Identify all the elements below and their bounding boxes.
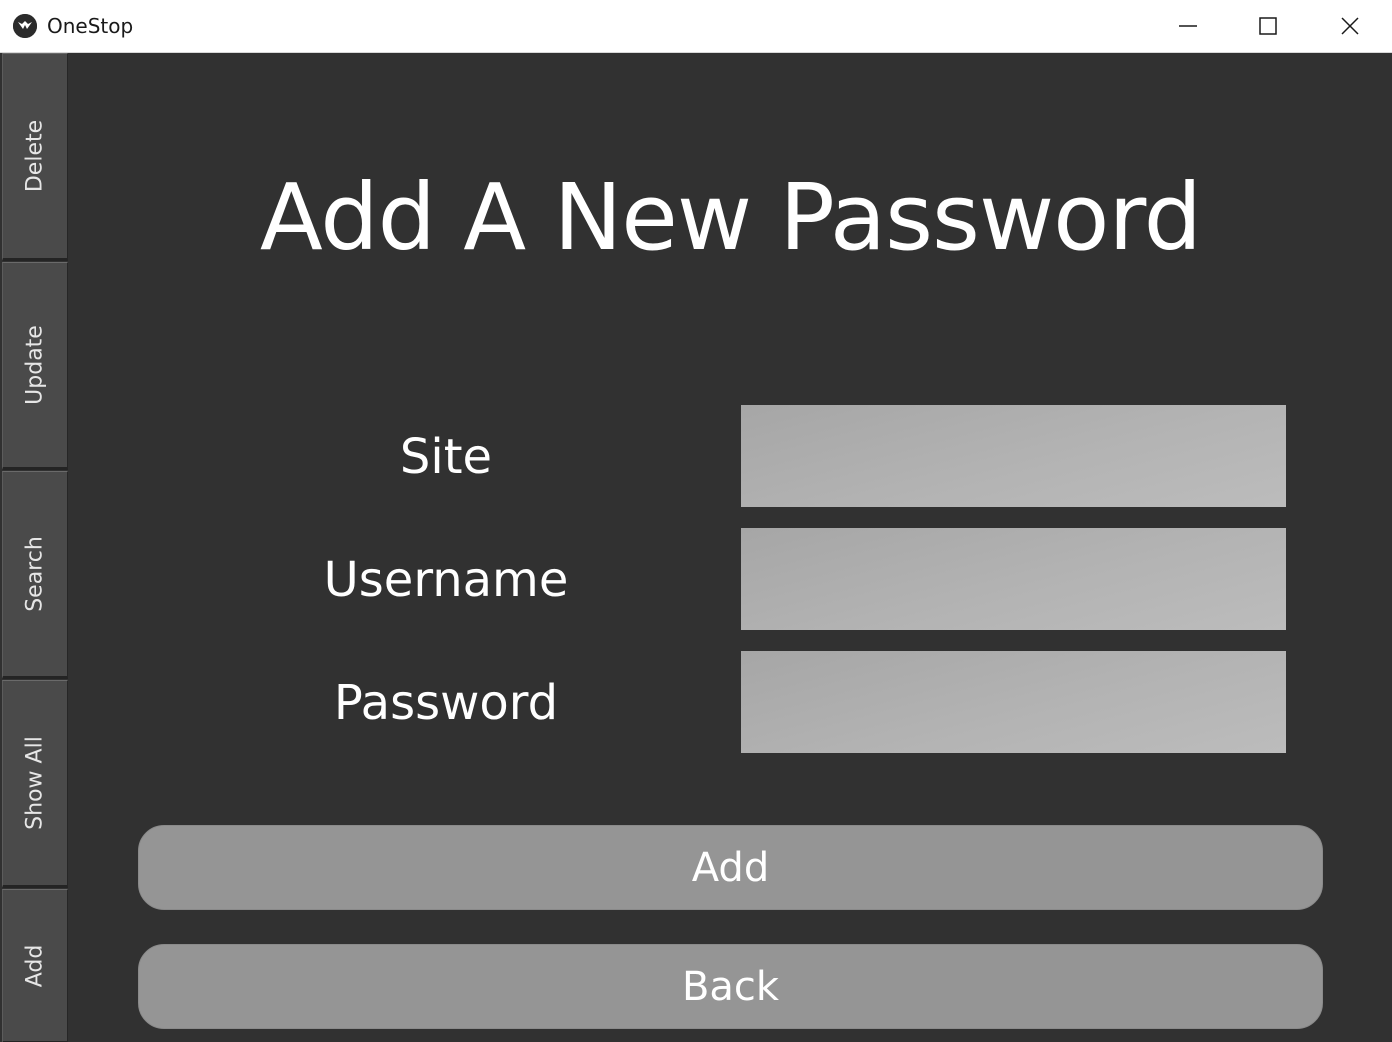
minimize-button[interactable]: [1148, 0, 1228, 52]
title-bar[interactable]: OneStop: [0, 0, 1392, 53]
password-input[interactable]: [741, 651, 1286, 753]
site-label: Site: [399, 429, 493, 485]
close-button[interactable]: [1310, 0, 1390, 52]
tab-add[interactable]: Add: [2, 889, 68, 1042]
window-title: OneStop: [47, 14, 134, 38]
main-content: Delete Update Search Show All Add Add A …: [0, 53, 1392, 1042]
tab-update[interactable]: Update: [2, 262, 68, 470]
maximize-icon: [1259, 17, 1277, 35]
app-window: OneStop Delete Update Search Show All Ad…: [0, 0, 1392, 1042]
username-input[interactable]: [741, 528, 1286, 630]
tab-label: Update: [22, 325, 48, 405]
page-title: Add A New Password: [259, 164, 1202, 271]
tab-delete[interactable]: Delete: [2, 53, 68, 261]
tab-label: Show All: [22, 736, 48, 830]
add-button[interactable]: Add: [138, 825, 1323, 910]
minimize-icon: [1179, 25, 1197, 27]
tab-label: Add: [22, 944, 48, 987]
tab-search[interactable]: Search: [2, 471, 68, 679]
back-button[interactable]: Back: [138, 944, 1323, 1029]
tab-show-all[interactable]: Show All: [2, 680, 68, 888]
password-label: Password: [333, 675, 559, 731]
site-input[interactable]: [741, 405, 1286, 507]
tab-label: Search: [22, 536, 48, 612]
close-icon: [1341, 17, 1359, 35]
kivy-logo-icon: [13, 14, 37, 38]
maximize-button[interactable]: [1228, 0, 1308, 52]
sidebar: Delete Update Search Show All Add: [0, 53, 69, 1042]
username-label: Username: [323, 552, 569, 608]
tab-label: Delete: [22, 119, 48, 193]
